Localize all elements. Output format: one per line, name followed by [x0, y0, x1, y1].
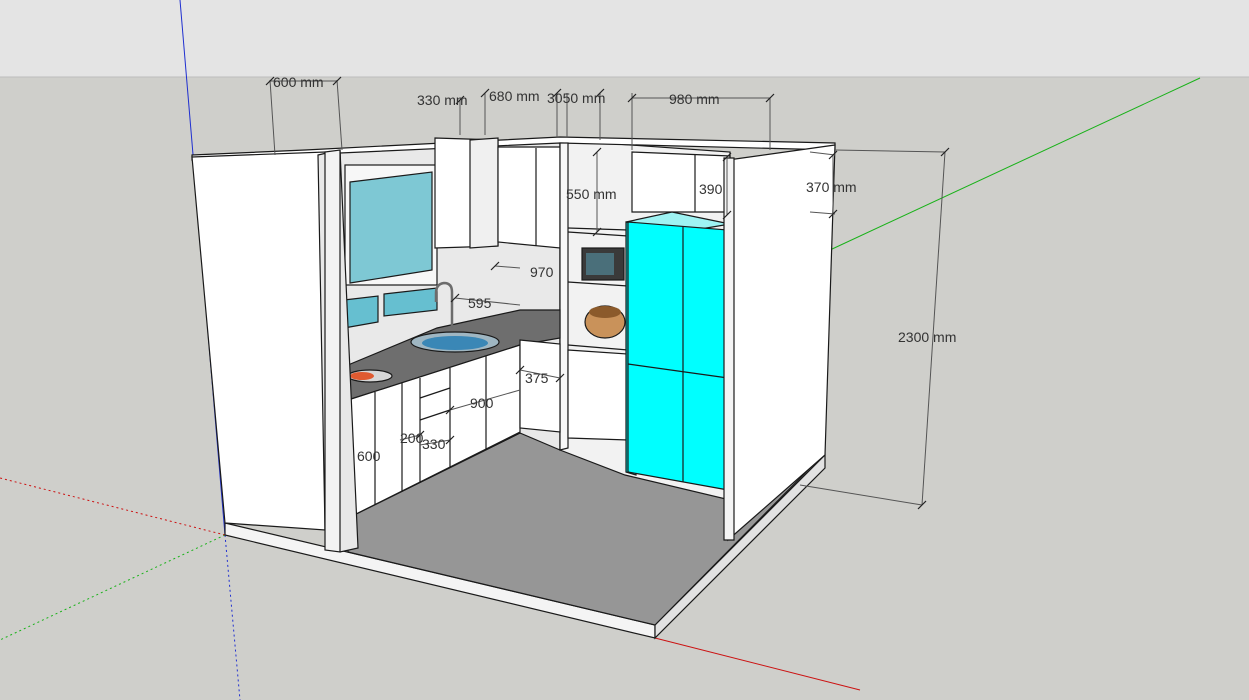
dim-label-900: 900	[470, 395, 494, 411]
dim-label-330mm: 330 mm	[417, 92, 468, 108]
dim-label-375: 375	[525, 370, 549, 386]
window-glass	[349, 171, 433, 284]
dim-label-970: 970	[530, 264, 554, 280]
dim-label-3050mm: 3050 mm	[547, 90, 605, 106]
lower-cabinet-corner	[519, 339, 561, 433]
upper-cabinet-mid	[497, 146, 561, 249]
right-wall-edge	[723, 157, 735, 541]
lower-cabinet-pantry	[567, 349, 629, 441]
dim-label-980mm: 980 mm	[669, 91, 720, 107]
sky	[0, 0, 1249, 77]
dim-label-390: 390	[699, 181, 723, 197]
dim-label-370mm: 370 mm	[806, 179, 857, 195]
sketchup-viewport[interactable]: 600 mm 330 mm 680 mm 3050 mm 980 mm 550 …	[0, 0, 1249, 700]
dim-label-550mm: 550 mm	[566, 186, 617, 202]
microwave-door	[586, 253, 614, 275]
fridge	[627, 221, 729, 491]
window-glass-small-1	[343, 295, 379, 329]
dim-label-600mm: 600 mm	[273, 74, 324, 90]
dim-label-600: 600	[357, 448, 381, 464]
dim-label-200: 200	[400, 430, 424, 446]
dim-label-680mm: 680 mm	[489, 88, 540, 104]
dim-label-595: 595	[468, 295, 492, 311]
left-wall-edge	[324, 149, 341, 553]
upper-cabinet-left-side	[469, 137, 499, 249]
kitchen-3d-model[interactable]: 600 mm 330 mm 680 mm 3050 mm 980 mm 550 …	[0, 0, 1249, 700]
dim-label-2300mm: 2300 mm	[898, 329, 956, 345]
dim-label-330: 330	[422, 436, 446, 452]
